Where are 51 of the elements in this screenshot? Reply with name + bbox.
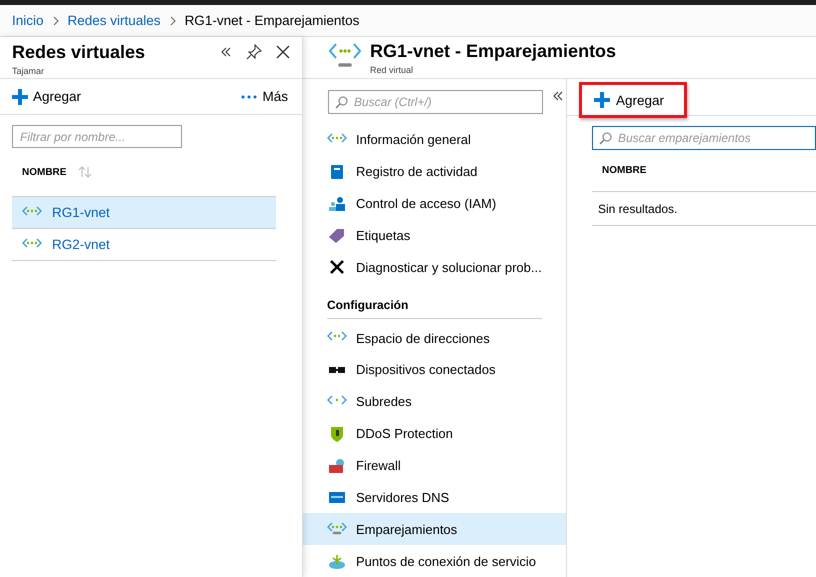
section-heading: Configuración — [327, 298, 408, 312]
network-link[interactable]: RG1-vnet — [52, 205, 110, 220]
breadcrumb-link[interactable]: Inicio — [12, 13, 44, 28]
server-window-icon — [327, 489, 347, 506]
search-icon — [335, 96, 348, 108]
antenna-icon — [327, 553, 347, 570]
menu-item[interactable]: Diagnosticar y solucionar prob... — [303, 251, 566, 284]
firewall-icon — [327, 458, 347, 474]
menu-item[interactable]: Dispositivos conectados — [303, 354, 566, 386]
menu-item[interactable]: Información general — [303, 124, 566, 156]
menu-item[interactable]: Registro de actividad — [303, 156, 566, 188]
empty-message: Sin resultados. — [598, 202, 678, 216]
close-icon[interactable] — [276, 44, 290, 60]
blade-subtitle: Red virtual — [370, 65, 414, 75]
tools-icon — [327, 259, 347, 276]
menu-item[interactable]: Subredes — [303, 386, 566, 418]
tag-icon — [327, 227, 347, 244]
menu-item[interactable]: Firewall — [303, 450, 566, 482]
network-row[interactable]: RG1-vnet — [12, 197, 276, 229]
add-button[interactable]: Agregar — [12, 88, 82, 104]
menu-item[interactable]: Puntos de conexión de servicio — [303, 545, 566, 577]
blade-title: Redes virtuales — [12, 42, 146, 63]
chevron-icon — [52, 16, 60, 26]
more-button[interactable]: Más — [241, 89, 288, 104]
blade-subtitle: Tajamar — [12, 66, 46, 76]
blade-title: RG1-vnet - Emparejamientos — [370, 41, 618, 62]
chevron-icon — [168, 16, 177, 26]
pin-icon[interactable] — [246, 44, 262, 60]
column-header: NOMBRE — [602, 165, 646, 176]
plus-icon — [12, 88, 28, 104]
menu-item[interactable]: Espacio de direcciones — [303, 322, 566, 354]
menu-item[interactable]: DDoS Protection — [303, 418, 566, 450]
network-link[interactable]: RG2-vnet — [52, 237, 110, 252]
people-icon — [327, 196, 347, 212]
collapse-icon[interactable] — [553, 90, 563, 102]
peering-icon — [327, 522, 347, 536]
network-row[interactable]: RG2-vnet — [12, 229, 276, 261]
search-field[interactable]: Buscar emparejamientos — [592, 126, 816, 150]
add-button[interactable]: Agregar — [579, 82, 687, 118]
menu-item[interactable]: Emparejamientos — [303, 513, 566, 546]
search-field[interactable]: Buscar (Ctrl+/) — [328, 90, 543, 114]
column-header[interactable]: NOMBRE — [22, 166, 66, 178]
search-icon — [599, 132, 612, 144]
menu-item[interactable]: Servidores DNS — [303, 481, 566, 514]
more-icon — [241, 94, 258, 98]
menu-item[interactable]: Control de acceso (IAM) — [303, 188, 566, 220]
breadcrumb-current: RG1-vnet - Emparejamientos — [184, 13, 360, 28]
filter-field[interactable]: Filtrar por nombre... — [12, 125, 182, 148]
menu-item[interactable]: Etiquetas — [303, 220, 566, 252]
plus-icon — [594, 92, 610, 108]
breadcrumb-link[interactable]: Redes virtuales — [68, 13, 161, 28]
